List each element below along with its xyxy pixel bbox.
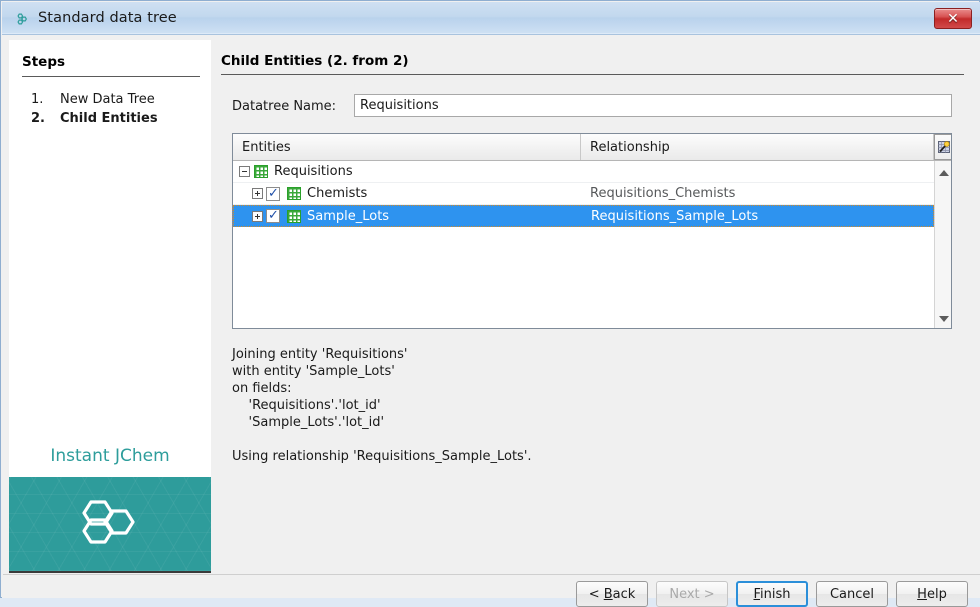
entity-name: Chemists <box>307 186 368 201</box>
page-title-divider <box>221 74 964 75</box>
step-label: New Data Tree <box>60 92 155 107</box>
cell-entities: Requisitions <box>233 161 581 182</box>
dialog-button-bar: < Back Next > Finish Cancel Help <box>576 581 968 607</box>
jchem-molecule-icon <box>14 11 30 27</box>
main-panel: Child Entities (2. from 2) Datatree Name… <box>212 40 973 573</box>
step-label: Child Entities <box>60 111 158 126</box>
table-row[interactable]: Requisitions <box>233 161 934 183</box>
entity-checkbox[interactable]: ✓ <box>266 185 280 201</box>
entity-name: Requisitions <box>274 164 353 179</box>
entity-grid-icon <box>287 209 301 223</box>
table-row[interactable]: ✓ Chemists Requisitions_Chemists <box>233 183 934 205</box>
cell-entities: ✓ Chemists <box>233 183 581 204</box>
step-item-2: 2. Child Entities <box>22 111 202 129</box>
finish-button[interactable]: Finish <box>736 581 808 607</box>
dialog-window: Standard data tree ✕ Steps 1. New Data T… <box>0 0 980 607</box>
brand-block: Instant JChem <box>9 446 211 573</box>
expand-toggle-icon[interactable] <box>252 210 263 222</box>
steps-panel: Steps 1. New Data Tree 2. Child Entities… <box>9 40 211 573</box>
step-number: 1. <box>31 92 44 107</box>
brand-banner <box>9 477 211 573</box>
back-button[interactable]: < Back <box>576 581 648 607</box>
column-selector-wand-icon[interactable] <box>934 134 951 160</box>
window-title: Standard data tree <box>38 10 177 26</box>
page-title: Child Entities (2. from 2) <box>221 53 409 69</box>
steps-divider <box>22 76 200 77</box>
help-button[interactable]: Help <box>896 581 968 607</box>
entity-grid-icon <box>254 165 268 178</box>
cancel-button[interactable]: Cancel <box>816 581 888 607</box>
table-row[interactable]: ✓ Sample_Lots Requisitions_Sample_Lots <box>233 205 934 227</box>
column-header-relationship[interactable]: Relationship <box>581 134 934 160</box>
steps-title: Steps <box>22 54 66 70</box>
collapse-toggle-icon[interactable] <box>239 166 250 177</box>
title-bar: Standard data tree ✕ <box>2 2 980 35</box>
cell-relationship: Requisitions_Sample_Lots <box>591 208 759 224</box>
entity-name: Sample_Lots <box>307 208 390 224</box>
finish-button-label: Finish <box>753 586 791 602</box>
entity-checkbox[interactable]: ✓ <box>266 208 280 223</box>
scroll-up-arrow-icon[interactable] <box>935 164 951 181</box>
cancel-button-label: Cancel <box>829 586 875 602</box>
cell-relationship <box>581 161 934 182</box>
close-icon: ✕ <box>947 10 959 27</box>
check-icon: ✓ <box>268 208 279 223</box>
close-button[interactable]: ✕ <box>934 8 972 29</box>
check-icon: ✓ <box>268 185 279 201</box>
column-header-entities[interactable]: Entities <box>233 134 581 160</box>
dialog-content: Steps 1. New Data Tree 2. Child Entities… <box>2 35 980 607</box>
footer-divider <box>3 574 980 575</box>
cell-entities: ✓ Sample_Lots <box>234 206 582 226</box>
expand-toggle-icon[interactable] <box>252 188 263 199</box>
table-body: Requisitions ✓ Chemists Requisitions_Che… <box>233 161 934 328</box>
help-button-label: Help <box>917 586 947 602</box>
table-header: Entities Relationship <box>233 134 951 161</box>
table-vertical-scrollbar[interactable] <box>934 161 951 328</box>
next-button: Next > <box>656 581 728 607</box>
scroll-down-arrow-icon[interactable] <box>935 310 951 327</box>
entity-grid-icon <box>287 187 301 200</box>
hexagon-trimer-logo <box>79 494 141 554</box>
cell-relationship: Requisitions_Chemists <box>590 186 736 201</box>
entities-table: Entities Relationship Requisitions ✓ Che… <box>232 133 952 329</box>
step-item-1: 1. New Data Tree <box>22 92 202 110</box>
step-number: 2. <box>31 111 45 126</box>
datatree-name-label: Datatree Name: <box>232 99 337 114</box>
next-button-label: Next > <box>669 586 715 602</box>
datatree-name-input[interactable] <box>354 94 952 117</box>
back-button-label: < Back <box>588 586 636 602</box>
brand-name: Instant JChem <box>50 446 170 466</box>
join-description: Joining entity 'Requisitions' with entit… <box>232 347 532 464</box>
